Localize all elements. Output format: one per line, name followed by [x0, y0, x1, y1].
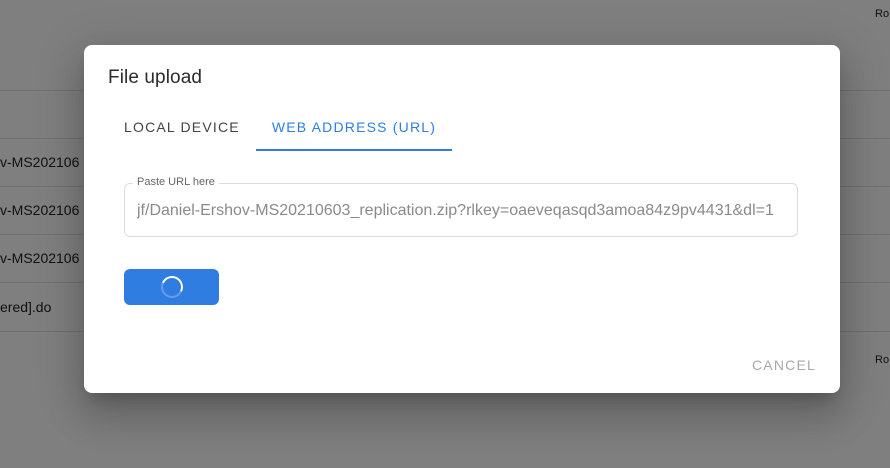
spinner-icon — [157, 272, 186, 302]
url-field-label: Paste URL here — [133, 176, 219, 188]
cancel-button[interactable]: CANCEL — [752, 357, 816, 373]
url-input[interactable] — [137, 201, 797, 221]
tab-local-device[interactable]: LOCAL DEVICE — [108, 109, 256, 151]
upload-source-tabs: LOCAL DEVICE WEB ADDRESS (URL) — [108, 109, 453, 151]
dialog-title: File upload — [108, 67, 203, 88]
tab-web-address[interactable]: WEB ADDRESS (URL) — [255, 109, 453, 151]
url-field[interactable]: Paste URL here — [124, 176, 798, 237]
upload-submit-button[interactable] — [124, 269, 219, 305]
file-upload-dialog: File upload LOCAL DEVICE WEB ADDRESS (UR… — [84, 45, 840, 393]
